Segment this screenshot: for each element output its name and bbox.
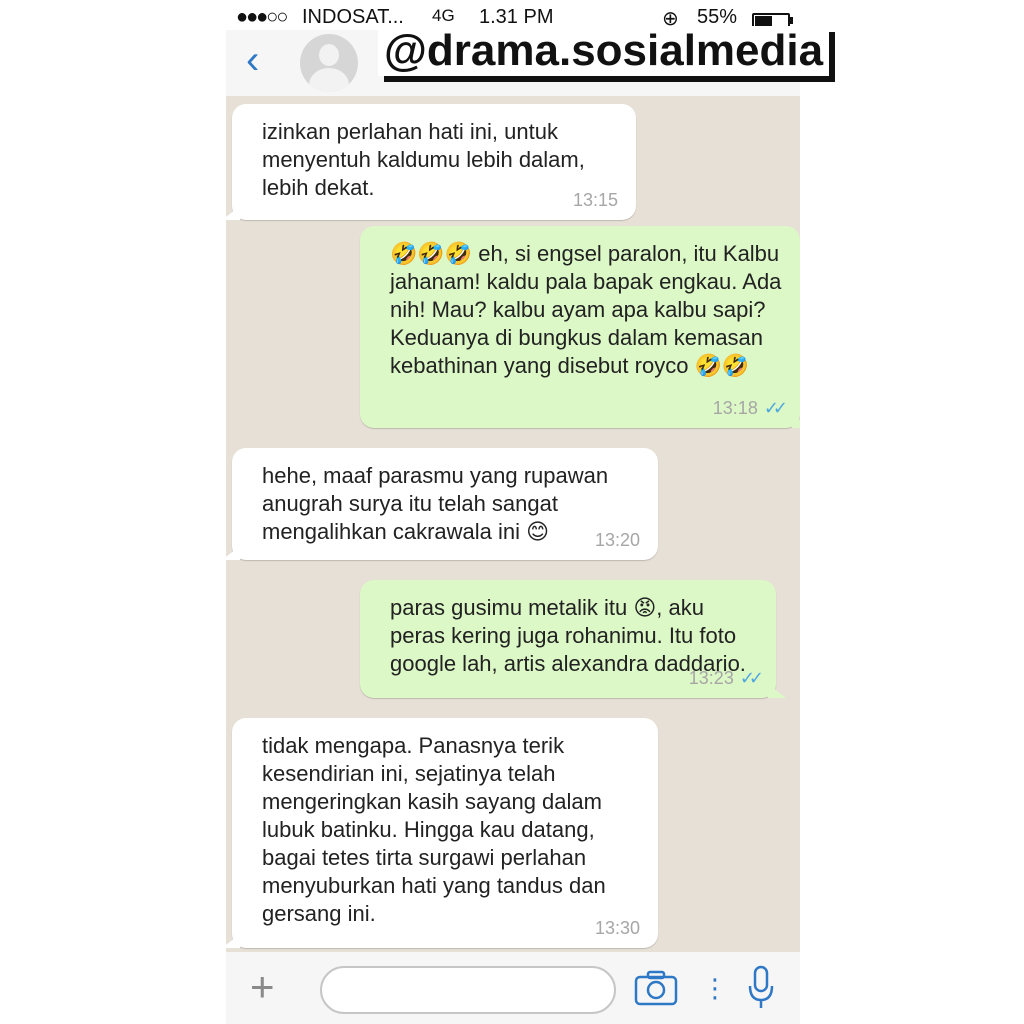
message-text: 🤣🤣🤣 eh, si engsel paralon, itu Kalbu jah…: [390, 241, 782, 378]
message-outgoing: 🤣🤣🤣 eh, si engsel paralon, itu Kalbu jah…: [360, 226, 800, 428]
more-dots-icon[interactable]: ⋮: [702, 968, 728, 1008]
message-time: 13:23: [688, 668, 734, 688]
avatar-head: [319, 44, 339, 66]
signal-strength: ●●●○○: [236, 6, 288, 28]
message-input[interactable]: [320, 966, 616, 1014]
message-time: 13:18: [712, 398, 758, 418]
camera-icon[interactable]: [634, 970, 678, 1006]
avatar[interactable]: [300, 34, 358, 92]
chevron-left-icon[interactable]: ‹: [246, 38, 276, 82]
avatar-body: [309, 68, 349, 92]
battery-tip: [790, 17, 793, 24]
message-text: tidak mengapa. Panasnya terik kesendiria…: [262, 733, 606, 926]
message-incoming: hehe, maaf parasmu yang rupawan anugrah …: [226, 448, 658, 560]
message-text: izinkan perlahan hati ini, untuk menyent…: [262, 119, 585, 200]
message-meta: 13:30: [595, 914, 640, 942]
microphone-icon[interactable]: [746, 964, 776, 1010]
message-incoming: tidak mengapa. Panasnya terik kesendiria…: [226, 718, 658, 948]
message-meta: 13:20: [595, 526, 640, 554]
message-outgoing: paras gusimu metalik itu 😡, aku peras ke…: [360, 580, 786, 698]
message-time: 13:20: [594, 530, 640, 550]
message-meta: 13:15: [573, 186, 618, 214]
message-incoming: izinkan perlahan hati ini, untuk menyent…: [226, 104, 636, 220]
message-meta: 13:18 ✓✓: [712, 394, 788, 422]
message-text: hehe, maaf parasmu yang rupawan anugrah …: [262, 463, 609, 544]
message-time: 13:30: [594, 918, 640, 938]
double-check-icon: ✓✓: [763, 398, 788, 418]
double-check-icon: ✓✓: [739, 668, 764, 688]
message-meta: 13:23 ✓✓: [688, 664, 764, 692]
chat-area: izinkan perlahan hati ini, untuk menyent…: [226, 96, 800, 952]
message-time: 13:15: [572, 190, 618, 210]
network-type: 4G: [432, 6, 455, 25]
watermark: @drama.sosialmedia: [378, 26, 830, 76]
plus-icon[interactable]: +: [250, 962, 275, 1012]
